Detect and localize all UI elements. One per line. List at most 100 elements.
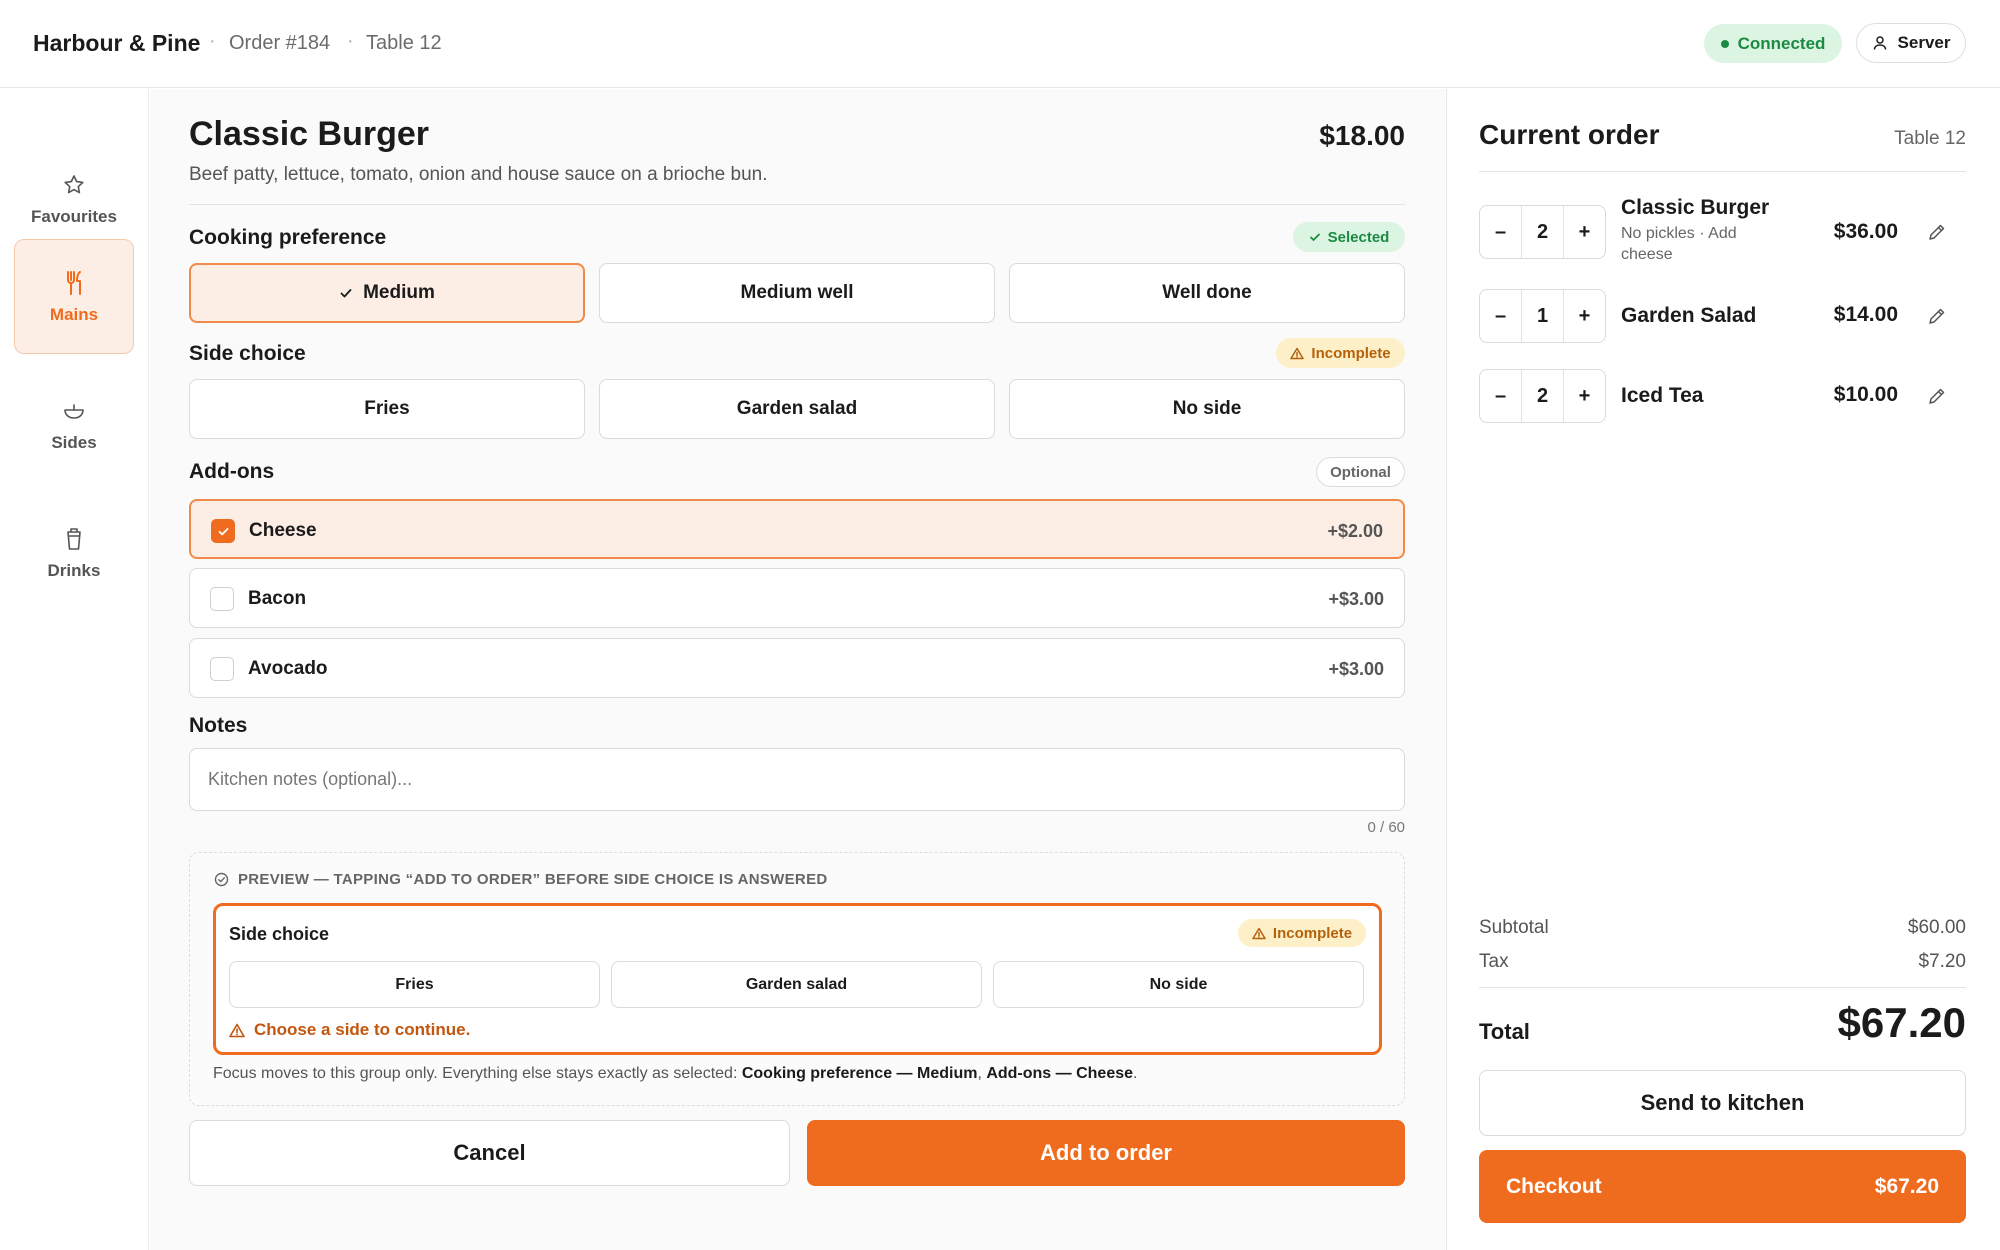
total-value: $67.20 [1837, 999, 1966, 1046]
restaurant-name: Harbour & Pine [33, 30, 201, 56]
addon-checkbox[interactable] [210, 657, 234, 681]
status-dot-icon [1720, 39, 1729, 48]
footnote-separator: , [977, 1065, 987, 1082]
cooking-option-medium-well[interactable]: Medium well [599, 263, 995, 323]
preview-side-option-garden-salad[interactable]: Garden salad [611, 961, 982, 1008]
table-number: Table 12 [366, 32, 442, 54]
choice-label: No side [1149, 975, 1208, 993]
quantity-stepper: – 2 + [1479, 369, 1606, 423]
checkout-button[interactable]: Checkout $67.20 [1479, 1150, 1966, 1223]
top-bar: Harbour & Pine · Order #184 · Table 12 C… [0, 0, 2000, 88]
add-to-order-button[interactable]: Add to order [807, 1120, 1405, 1186]
subtotal-value: $60.00 [1907, 917, 1966, 938]
notes-character-counter: 0 / 60 [1367, 819, 1405, 836]
choice-label: Garden salad [736, 398, 858, 419]
side-choice-error-message: Choose a side to continue. [229, 1020, 470, 1040]
subtotal-label: Subtotal [1479, 917, 1549, 938]
utensils-icon [60, 269, 88, 297]
connection-status-badge: Connected [1704, 24, 1842, 63]
preview-footnote: Focus moves to this group only. Everythi… [213, 1065, 1137, 1083]
quantity-value: 1 [1521, 290, 1564, 342]
user-icon [1873, 36, 1886, 50]
order-number: Order #184 [229, 32, 331, 54]
total-label: Total [1479, 1019, 1530, 1044]
addon-price: +$3.00 [1328, 589, 1384, 609]
footnote-text: Focus moves to this group only. Everythi… [213, 1065, 742, 1082]
choice-label: Medium well [740, 282, 854, 303]
divider [1479, 987, 1966, 988]
quantity-value: 2 [1521, 206, 1564, 258]
check-icon [340, 289, 352, 298]
divider [189, 204, 1405, 205]
warning-icon [1290, 347, 1305, 359]
kitchen-notes-input[interactable] [189, 748, 1405, 811]
choice-label: Fries [395, 975, 434, 993]
decrease-quantity-button[interactable]: – [1480, 385, 1521, 408]
decrease-quantity-button[interactable]: – [1480, 221, 1521, 244]
preview-heading: PREVIEW — TAPPING “ADD TO ORDER” BEFORE … [214, 871, 828, 888]
quantity-stepper: – 1 + [1479, 289, 1606, 343]
optional-badge: Optional [1316, 457, 1405, 487]
addon-checkbox[interactable] [211, 519, 235, 543]
edit-pencil-icon[interactable] [1926, 305, 1948, 327]
order-item-price: $36.00 [1833, 220, 1898, 243]
nav-item-label: Mains [49, 304, 99, 324]
increase-quantity-button[interactable]: + [1564, 221, 1605, 244]
nav-item-drinks[interactable]: Drinks [14, 495, 134, 610]
decrease-quantity-button[interactable]: – [1480, 305, 1521, 328]
current-order-title: Current order [1479, 119, 1660, 150]
addon-checkbox[interactable] [210, 587, 234, 611]
nav-item-label: Sides [51, 432, 97, 452]
preview-heading-text: PREVIEW — TAPPING “ADD TO ORDER” BEFORE … [238, 871, 828, 888]
order-item-name: Classic Burger [1621, 196, 1770, 219]
check-icon [1309, 233, 1320, 241]
connection-status-label: Connected [1737, 33, 1826, 53]
incomplete-badge: Incomplete [1276, 338, 1405, 368]
choice-label: Fries [364, 398, 410, 419]
choice-label: Garden salad [745, 975, 848, 993]
order-item-price: $14.00 [1833, 303, 1898, 326]
quantity-value: 2 [1521, 370, 1564, 422]
nav-item-label: Drinks [47, 560, 101, 580]
side-option-garden-salad[interactable]: Garden salad [599, 379, 995, 439]
preview-side-option-fries[interactable]: Fries [229, 961, 600, 1008]
side-option-fries[interactable]: Fries [189, 379, 585, 439]
cancel-button[interactable]: Cancel [189, 1120, 790, 1186]
order-item-name: Iced Tea [1621, 384, 1704, 407]
edit-pencil-icon[interactable] [1926, 221, 1948, 243]
separator-dot: · [209, 30, 216, 52]
nav-item-mains[interactable]: Mains [14, 239, 134, 354]
send-to-kitchen-button[interactable]: Send to kitchen [1479, 1070, 1966, 1136]
preview-incomplete-badge: Incomplete [1238, 919, 1366, 947]
addons-label: Add-ons [189, 460, 275, 483]
tax-value: $7.20 [1918, 951, 1966, 972]
increase-quantity-button[interactable]: + [1564, 385, 1605, 408]
preview-side-choice-label: Side choice [229, 924, 330, 944]
checkout-amount: $67.20 [1874, 1175, 1939, 1198]
server-button[interactable]: Server [1856, 23, 1966, 63]
cooking-option-medium[interactable]: Medium [189, 263, 585, 323]
nav-item-sides[interactable]: Sides [14, 367, 134, 482]
error-text: Choose a side to continue. [254, 1020, 471, 1039]
order-item-name: Garden Salad [1621, 304, 1757, 327]
category-sidebar: Favourites Mains Sides Drinks [0, 89, 149, 1250]
preview-side-option-no-side[interactable]: No side [993, 961, 1364, 1008]
edit-pencil-icon[interactable] [1926, 385, 1948, 407]
addon-row-avocado[interactable]: Avocado +$3.00 [189, 638, 1405, 698]
order-item-price: $10.00 [1833, 383, 1898, 406]
choice-label: Well done [1162, 282, 1252, 303]
addon-row-cheese[interactable]: Cheese +$2.00 [189, 499, 1405, 559]
notes-label: Notes [189, 714, 248, 737]
item-description: Beef patty, lettuce, tomato, onion and h… [189, 164, 768, 185]
choice-label: Medium [363, 282, 435, 303]
incomplete-badge-label: Incomplete [1311, 344, 1391, 362]
cup-icon [60, 525, 88, 553]
check-circle-icon [214, 872, 229, 887]
addon-row-bacon[interactable]: Bacon +$3.00 [189, 568, 1405, 628]
increase-quantity-button[interactable]: + [1564, 305, 1605, 328]
side-choice-label: Side choice [189, 342, 306, 365]
side-option-no-side[interactable]: No side [1009, 379, 1405, 439]
item-title: Classic Burger [189, 115, 429, 153]
current-order-table: Table 12 [1894, 128, 1966, 149]
cooking-option-well-done[interactable]: Well done [1009, 263, 1405, 323]
